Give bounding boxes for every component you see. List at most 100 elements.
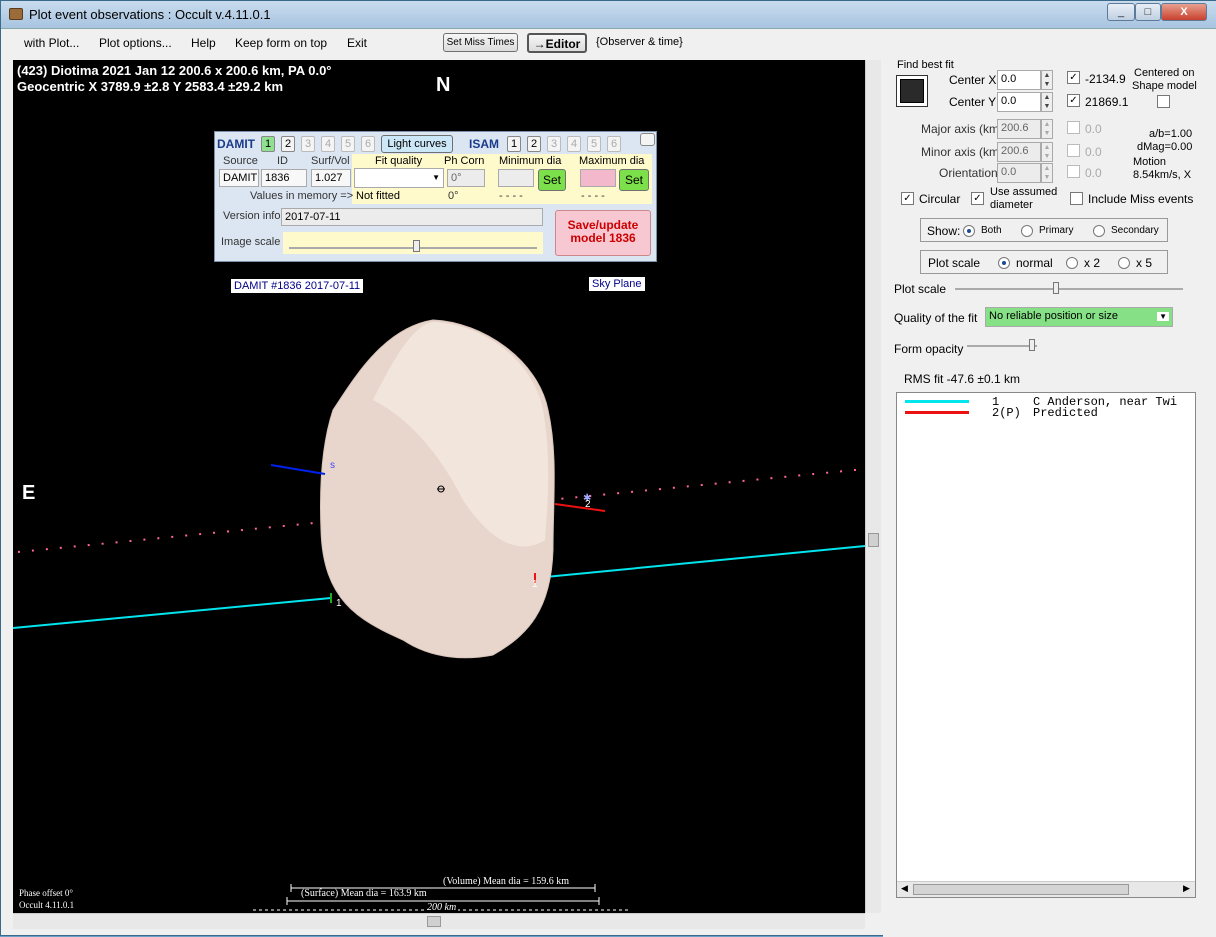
- panel-close-box[interactable]: [640, 133, 655, 146]
- orientation-checkbox[interactable]: [1067, 165, 1080, 178]
- observer-legend-list[interactable]: 1 C Anderson, near Twi 2(P) Predicted ◀ …: [896, 392, 1196, 898]
- isam-model-2[interactable]: 2: [527, 136, 541, 152]
- center-y-spinner[interactable]: ▲ ▼: [1041, 92, 1053, 112]
- maximize-button[interactable]: □: [1135, 3, 1161, 21]
- model-label: DAMIT #1836 2017-07-11: [231, 279, 364, 293]
- show-both-radio[interactable]: [963, 225, 975, 237]
- minor-axis-checkbox[interactable]: [1067, 144, 1080, 157]
- center-y-field[interactable]: 0.0: [997, 92, 1041, 112]
- version-info-label: Version info: [223, 210, 281, 222]
- damit-model-6[interactable]: 6: [361, 136, 375, 152]
- minor-axis-spinner[interactable]: ▲ ▼: [1041, 142, 1053, 162]
- isam-model-1[interactable]: 1: [507, 136, 521, 152]
- show-secondary-label: Secondary: [1111, 225, 1159, 236]
- close-button[interactable]: X: [1161, 3, 1207, 21]
- find-best-fit-button[interactable]: [896, 75, 928, 107]
- quality-label: Quality of the fit: [894, 311, 978, 325]
- plot-geocentric: Geocentric X 3789.9 ±2.8 Y 2583.4 ±29.2 …: [17, 79, 284, 94]
- motion-label: Motion: [1133, 156, 1167, 168]
- damit-model-3[interactable]: 3: [301, 136, 315, 152]
- scale-normal-label: normal: [1016, 256, 1053, 270]
- scale-x5-radio[interactable]: [1118, 257, 1130, 269]
- ab-ratio-label: a/b=1.00: [1149, 128, 1193, 140]
- orientation-spinner[interactable]: ▲ ▼: [1041, 163, 1053, 183]
- major-axis-spinner[interactable]: ▲ ▼: [1041, 119, 1053, 139]
- scale-normal-radio[interactable]: [998, 257, 1010, 269]
- show-primary-radio[interactable]: [1021, 225, 1033, 237]
- legend-hscrollbar[interactable]: ◀ ▶: [897, 881, 1195, 897]
- center-x-checkbox[interactable]: ✓: [1067, 71, 1080, 84]
- version-label: Occult 4.11.0.1: [19, 900, 75, 910]
- plot-vertical-scrollbar[interactable]: [865, 60, 881, 913]
- max-dia-set-button[interactable]: Set: [619, 169, 649, 191]
- plot-horizontal-scrollbar[interactable]: [13, 913, 865, 929]
- center-x-field[interactable]: 0.0: [997, 70, 1041, 90]
- max-dia-field[interactable]: [580, 169, 616, 187]
- light-curves-button[interactable]: Light curves: [381, 135, 453, 153]
- show-primary-label: Primary: [1039, 225, 1074, 236]
- major-axis-checkbox[interactable]: [1067, 121, 1080, 134]
- scale-x2-radio[interactable]: [1066, 257, 1078, 269]
- source-header: Source: [223, 155, 258, 167]
- minor-axis-field[interactable]: 200.6: [997, 142, 1041, 162]
- isam-model-4[interactable]: 4: [567, 136, 581, 152]
- damit-model-2[interactable]: 2: [281, 136, 295, 152]
- quality-select[interactable]: No reliable position or size ▼: [985, 307, 1173, 327]
- menu-exit[interactable]: Exit: [347, 36, 367, 50]
- surfvol-value: 1.027: [311, 169, 351, 187]
- save-update-button[interactable]: Save/update model 1836: [555, 210, 651, 256]
- damit-model-1[interactable]: 1: [261, 136, 275, 152]
- image-scale-slider[interactable]: [283, 232, 543, 254]
- center-x-value: -2134.9: [1085, 72, 1126, 86]
- plot-title: (423) Diotima 2021 Jan 12 200.6 x 200.6 …: [17, 63, 332, 78]
- ph-memory-value: 0°: [448, 190, 459, 202]
- plot-scale-slider-label: Plot scale: [894, 282, 947, 296]
- scroll-left-icon[interactable]: ◀: [901, 883, 908, 894]
- menu-help[interactable]: Help: [191, 36, 216, 50]
- min-dia-set-button[interactable]: Set: [538, 169, 566, 191]
- set-miss-times-button[interactable]: Set Miss Times: [443, 33, 518, 52]
- minimize-button[interactable]: _: [1107, 3, 1135, 21]
- isam-model-5[interactable]: 5: [587, 136, 601, 152]
- major-axis-field[interactable]: 200.6: [997, 119, 1041, 139]
- ph-corn-value[interactable]: 0°: [447, 169, 485, 187]
- slider-thumb[interactable]: [413, 240, 420, 252]
- legend-num-2: 2(P): [992, 406, 1021, 420]
- orientation-field[interactable]: 0.0: [997, 163, 1041, 183]
- center-x-spinner[interactable]: ▲ ▼: [1041, 70, 1053, 90]
- min-dia-field[interactable]: [498, 169, 534, 187]
- best-fit-icon: [900, 79, 924, 103]
- form-opacity-thumb[interactable]: [1029, 339, 1035, 351]
- centered-on-shape-checkbox[interactable]: [1157, 95, 1170, 108]
- menu-keep-on-top[interactable]: Keep form on top: [235, 36, 327, 50]
- editor-button[interactable]: →Editor: [527, 33, 587, 53]
- scroll-right-icon[interactable]: ▶: [1183, 883, 1190, 894]
- damit-model-4[interactable]: 4: [321, 136, 335, 152]
- circular-checkbox[interactable]: ✓: [901, 192, 914, 205]
- isam-model-6[interactable]: 6: [607, 136, 621, 152]
- legend-hscroll-thumb[interactable]: [913, 884, 1129, 895]
- legend-name-2: Predicted: [1033, 406, 1098, 420]
- dropdown-arrow-icon: ▼: [432, 173, 440, 182]
- show-secondary-radio[interactable]: [1093, 225, 1105, 237]
- window-title: Plot event observations : Occult v.4.11.…: [29, 7, 271, 22]
- vscroll-thumb[interactable]: [868, 533, 879, 547]
- observer-time-label: {Observer & time}: [596, 36, 683, 48]
- menu-plot-options[interactable]: Plot options...: [99, 36, 172, 50]
- chord-1b-label: 1: [532, 579, 538, 590]
- plot-scale-slider[interactable]: [955, 281, 1183, 297]
- isam-model-3[interactable]: 3: [547, 136, 561, 152]
- menu-with-plot[interactable]: with Plot...: [24, 36, 79, 50]
- use-assumed-checkbox[interactable]: ✓: [971, 192, 984, 205]
- plot-scale-thumb[interactable]: [1053, 282, 1059, 294]
- volume-dia-label: (Volume) Mean dia = 159.6 km: [443, 876, 569, 887]
- fit-quality-select[interactable]: ▼: [354, 168, 444, 188]
- form-opacity-slider[interactable]: [967, 338, 1037, 354]
- fit-quality-header: Fit quality: [375, 155, 423, 167]
- centered-on-label: Centered on: [1134, 67, 1195, 79]
- center-y-checkbox[interactable]: ✓: [1067, 94, 1080, 107]
- damit-model-5[interactable]: 5: [341, 136, 355, 152]
- include-miss-checkbox[interactable]: [1070, 192, 1083, 205]
- hscroll-thumb[interactable]: [427, 916, 441, 927]
- diameter-label: diameter: [990, 199, 1033, 211]
